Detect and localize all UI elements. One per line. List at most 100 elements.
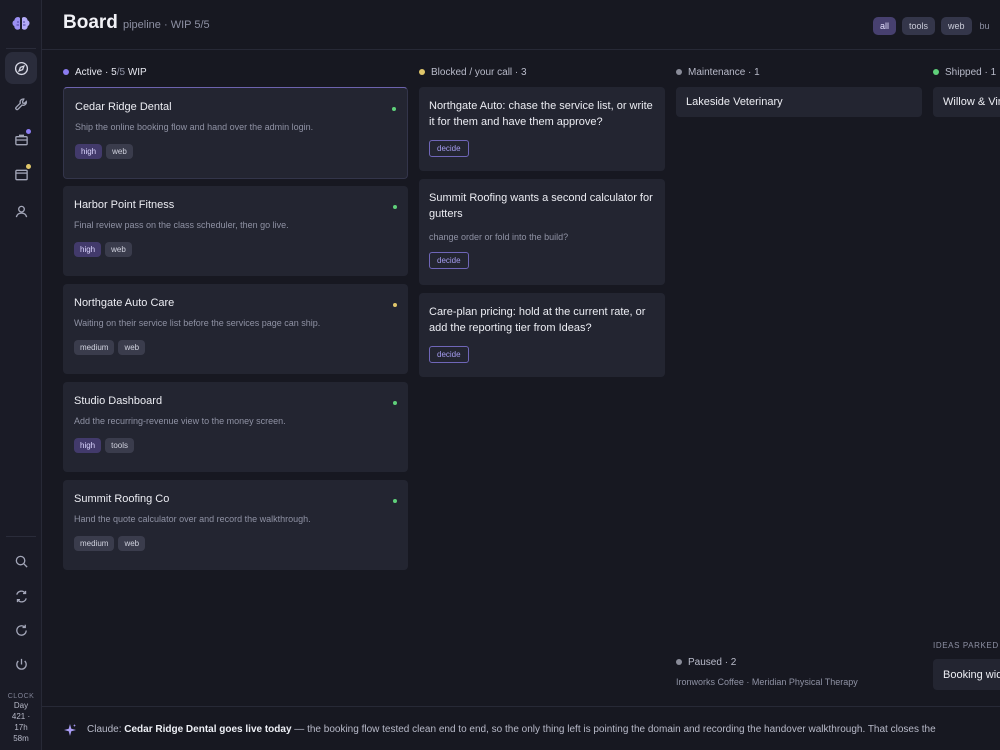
sidebar-divider bbox=[6, 48, 36, 49]
sidebar: CLOCK Day 421 · 17h 58m bbox=[0, 0, 42, 750]
filter-web[interactable]: web bbox=[941, 17, 972, 35]
refresh-button[interactable] bbox=[5, 614, 37, 646]
column-active: Active · 5 /5 WIP Cedar Ridge Dental Shi… bbox=[63, 62, 408, 570]
project-card[interactable]: Cedar Ridge Dental Ship the online booki… bbox=[63, 87, 408, 179]
nav-money[interactable] bbox=[5, 158, 37, 190]
column-maintenance: Maintenance · 1 Lakeside Veterinary bbox=[676, 62, 922, 117]
project-desc: Ship the online booking flow and hand ov… bbox=[75, 122, 314, 132]
column-label: Blocked / your call · 3 bbox=[431, 66, 527, 78]
project-desc: Waiting on their service list before the… bbox=[74, 318, 321, 328]
status-dot bbox=[393, 401, 397, 405]
filter-bar: all tools web bu bbox=[873, 17, 992, 35]
clock-readout: CLOCK Day 421 · 17h 58m bbox=[0, 693, 42, 744]
clock-hours: 17h bbox=[14, 723, 28, 732]
project-card[interactable]: Northgate Auto Care Waiting on their ser… bbox=[63, 284, 408, 374]
page-subtitle: pipeline · WIP 5/5 bbox=[123, 19, 210, 31]
column-header-active: Active · 5 /5 WIP bbox=[63, 62, 408, 82]
nav-clients[interactable] bbox=[5, 195, 37, 227]
search-icon bbox=[15, 555, 28, 568]
notification-badge bbox=[26, 129, 31, 134]
clock-daynum: 421 · bbox=[11, 712, 31, 721]
decision-card[interactable]: Northgate Auto: chase the service list, … bbox=[419, 87, 665, 171]
client-name: Lakeside Veterinary bbox=[686, 96, 783, 108]
decision-card[interactable]: Summit Roofing wants a second calculator… bbox=[419, 179, 665, 285]
decide-button[interactable]: decide bbox=[429, 140, 469, 157]
ideas-label: IDEAS PARKED bbox=[933, 641, 999, 650]
decision-card[interactable]: Care-plan pricing: hold at the current r… bbox=[419, 293, 665, 377]
paused-label: Paused · 2 bbox=[688, 656, 737, 668]
project-name: Studio Dashboard bbox=[74, 395, 163, 407]
ideas-section: IDEAS PARKED Booking wid bbox=[933, 641, 1000, 690]
status-dot bbox=[63, 69, 69, 75]
column-blocked: Blocked / your call · 3 Northgate Auto: … bbox=[419, 62, 665, 377]
nav-tools[interactable] bbox=[5, 88, 37, 120]
wip-label: WIP bbox=[127, 66, 147, 78]
priority-tag[interactable]: medium bbox=[74, 536, 115, 551]
filter-tools[interactable]: tools bbox=[902, 17, 936, 35]
assistant-headline: Cedar Ridge Dental goes live today bbox=[124, 724, 292, 735]
search-button[interactable] bbox=[5, 545, 37, 577]
status-dot bbox=[419, 69, 425, 75]
status-dot bbox=[393, 303, 397, 307]
project-card[interactable]: Harbor Point Fitness Final review pass o… bbox=[63, 186, 408, 276]
decision-question: Summit Roofing wants a second calculator… bbox=[429, 192, 653, 220]
project-desc: Add the recurring-revenue view to the mo… bbox=[74, 416, 286, 426]
decide-button[interactable]: decide bbox=[429, 252, 469, 269]
header-trailing-label[interactable]: bu bbox=[978, 17, 992, 35]
paused-header: Paused · 2 bbox=[676, 652, 922, 672]
decision-note: change order or fold into the build? bbox=[429, 232, 569, 242]
project-desc: Final review pass on the class scheduler… bbox=[74, 220, 289, 230]
idea-name: Booking wid bbox=[943, 669, 1000, 681]
priority-tag[interactable]: high bbox=[75, 144, 103, 159]
user-icon bbox=[15, 205, 27, 217]
assistant-message: Claude: Cedar Ridge Dental goes live tod… bbox=[87, 724, 936, 735]
paused-list[interactable]: Ironworks Coffee · Meridian Physical The… bbox=[676, 677, 922, 687]
client-card[interactable]: Willow & Vin bbox=[933, 87, 1000, 117]
column-label: Active · bbox=[75, 66, 109, 78]
status-dot bbox=[392, 107, 396, 111]
type-tag[interactable]: web bbox=[118, 536, 146, 551]
status-dot bbox=[393, 205, 397, 209]
nav-projects[interactable] bbox=[5, 123, 37, 155]
wallet-icon bbox=[14, 169, 28, 180]
page-title: Board bbox=[63, 12, 118, 33]
type-tag[interactable]: web bbox=[106, 144, 133, 159]
status-dot bbox=[676, 69, 682, 75]
project-name: Summit Roofing Co bbox=[74, 493, 170, 505]
status-dot bbox=[676, 659, 682, 665]
project-name: Northgate Auto Care bbox=[74, 297, 175, 309]
idea-card[interactable]: Booking wid bbox=[933, 659, 1000, 690]
assistant-bar: Claude: Cedar Ridge Dental goes live tod… bbox=[42, 706, 1000, 750]
project-card[interactable]: Studio Dashboard Add the recurring-reven… bbox=[63, 382, 408, 472]
sparkle-icon bbox=[64, 724, 76, 736]
filter-all[interactable]: all bbox=[873, 17, 897, 35]
nav-compass[interactable] bbox=[5, 52, 37, 84]
priority-tag[interactable]: medium bbox=[74, 340, 115, 355]
status-dot bbox=[933, 69, 939, 75]
type-tag[interactable]: tools bbox=[105, 438, 135, 453]
clock-minutes: 58m bbox=[13, 734, 29, 743]
assistant-prefix: Claude: bbox=[87, 724, 122, 735]
power-button[interactable] bbox=[5, 648, 37, 680]
notification-badge bbox=[26, 164, 31, 169]
clock-day: Day bbox=[13, 701, 29, 710]
clock-label: CLOCK bbox=[7, 693, 35, 700]
project-card[interactable]: Summit Roofing Co Hand the quote calcula… bbox=[63, 480, 408, 570]
decision-question: Care-plan pricing: hold at the current r… bbox=[429, 306, 646, 334]
column-header-shipped: Shipped · 1 bbox=[933, 62, 1000, 82]
type-tag[interactable]: web bbox=[105, 242, 132, 257]
decide-button[interactable]: decide bbox=[429, 346, 469, 363]
column-shipped: Shipped · 1 Willow & Vin bbox=[933, 62, 1000, 117]
brain-icon[interactable] bbox=[11, 14, 31, 34]
client-card[interactable]: Lakeside Veterinary bbox=[676, 87, 922, 117]
column-header-maintenance: Maintenance · 1 bbox=[676, 62, 922, 82]
column-label: Shipped · 1 bbox=[945, 66, 997, 78]
priority-tag[interactable]: high bbox=[74, 438, 102, 453]
power-icon bbox=[15, 658, 27, 670]
status-dot bbox=[393, 499, 397, 503]
type-tag[interactable]: web bbox=[118, 340, 146, 355]
priority-tag[interactable]: high bbox=[74, 242, 102, 257]
wrench-icon bbox=[14, 97, 27, 110]
sync-button[interactable] bbox=[5, 580, 37, 612]
wip-total: /5 bbox=[116, 66, 126, 78]
